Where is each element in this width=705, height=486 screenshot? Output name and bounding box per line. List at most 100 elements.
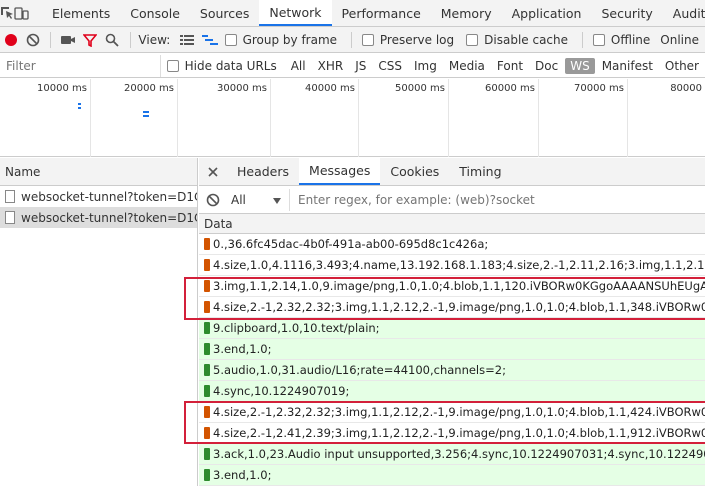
clear-messages-icon[interactable] xyxy=(199,193,227,207)
tab-memory[interactable]: Memory xyxy=(431,0,502,26)
filter-type-other[interactable]: Other xyxy=(660,58,704,74)
request-row[interactable]: websocket-tunnel?token=D1C... xyxy=(0,186,197,207)
message-text: 9.clipboard,1.0,10.text/plain; xyxy=(213,321,380,335)
arrow-down-icon xyxy=(204,406,210,418)
request-name: websocket-tunnel?token=D1C... xyxy=(21,189,197,204)
tab-sources[interactable]: Sources xyxy=(190,0,259,26)
request-list: Name websocket-tunnel?token=D1C... webso… xyxy=(0,158,198,486)
preserve-log-checkbox[interactable]: Preserve log xyxy=(361,32,455,47)
waterfall-overview-icon[interactable] xyxy=(198,27,220,53)
tab-network[interactable]: Network xyxy=(259,0,332,26)
tab-elements[interactable]: Elements xyxy=(42,0,120,26)
offline-label: Offline xyxy=(610,32,651,47)
tab-performance[interactable]: Performance xyxy=(332,0,431,26)
filter-type-all[interactable]: All xyxy=(286,58,311,74)
message-row[interactable]: 3.ack,1.0,23.Audio input unsupported,3.2… xyxy=(199,444,705,465)
arrow-up-icon xyxy=(204,343,210,355)
separator xyxy=(50,31,52,48)
detail-tabs: Headers Messages Cookies Timing xyxy=(199,158,705,186)
message-row[interactable]: 4.size,2.-1,2.32,2.32;3.img,1.1,2.12,2.-… xyxy=(199,297,705,318)
chevron-down-icon xyxy=(273,193,281,207)
arrow-down-icon xyxy=(204,280,210,292)
message-text: 5.audio,1.0,31.audio/L16;rate=44100,chan… xyxy=(213,363,506,377)
filter-type-doc[interactable]: Doc xyxy=(530,58,563,74)
tab-cookies[interactable]: Cookies xyxy=(380,158,449,185)
throttling-select[interactable]: Online xyxy=(660,33,699,47)
filter-type-js[interactable]: JS xyxy=(350,58,371,74)
devtools-tabbar: Elements Console Sources Network Perform… xyxy=(0,0,705,27)
tab-console[interactable]: Console xyxy=(120,0,190,26)
timeline-overview[interactable]: 10000 ms 20000 ms 30000 ms 40000 ms 5000… xyxy=(0,79,705,157)
timeline-mark xyxy=(78,103,81,105)
timeline-tick-label: 40000 ms xyxy=(305,83,355,94)
message-text: 4.size,1.0,4.1116,3.493;4.name,13.192.16… xyxy=(213,258,705,272)
regex-filter-input[interactable] xyxy=(289,188,705,211)
arrow-up-icon xyxy=(204,385,210,397)
message-text: 4.sync,10.1224907019; xyxy=(213,384,350,398)
messages-list: 0.,36.6fc45dac-4b0f-491a-ab00-695d8c1c42… xyxy=(199,234,705,486)
clear-button[interactable] xyxy=(22,27,44,53)
filter-type-media[interactable]: Media xyxy=(444,58,490,74)
message-text: 0.,36.6fc45dac-4b0f-491a-ab00-695d8c1c42… xyxy=(213,237,489,251)
tab-timing[interactable]: Timing xyxy=(449,158,511,185)
filter-type-font[interactable]: Font xyxy=(492,58,528,74)
request-name: websocket-tunnel?token=D1C... xyxy=(21,210,197,225)
arrow-up-icon xyxy=(204,322,210,334)
message-row[interactable]: 4.size,1.0,4.1116,3.493;4.name,13.192.16… xyxy=(199,255,705,276)
message-row[interactable]: 4.size,2.-1,2.32,2.32;3.img,1.1,2.12,2.-… xyxy=(199,402,705,423)
inspect-element-icon[interactable] xyxy=(0,0,14,26)
timeline-mark xyxy=(146,115,149,117)
timeline-mark xyxy=(78,107,81,109)
preserve-log-label: Preserve log xyxy=(379,32,455,47)
record-button[interactable] xyxy=(0,27,22,53)
search-icon[interactable] xyxy=(101,27,123,53)
filter-input[interactable] xyxy=(0,54,161,77)
timeline-gridline xyxy=(448,79,449,157)
tab-security[interactable]: Security xyxy=(591,0,662,26)
message-text: 4.size,2.-1,2.32,2.32;3.img,1.1,2.12,2.-… xyxy=(213,300,705,314)
data-column-header[interactable]: Data xyxy=(199,214,705,234)
capture-screenshots-icon[interactable] xyxy=(57,27,79,53)
timeline-gridline xyxy=(538,79,539,157)
message-text: 3.img,1.1,2.14,1.0,9.image/png,1.0,1.0;4… xyxy=(213,279,705,293)
message-row[interactable]: 3.end,1.0; xyxy=(199,465,705,486)
tab-application[interactable]: Application xyxy=(502,0,592,26)
message-text: 3.end,1.0; xyxy=(213,468,272,482)
filter-type-manifest[interactable]: Manifest xyxy=(597,58,658,74)
message-row[interactable]: 5.audio,1.0,31.audio/L16;rate=44100,chan… xyxy=(199,360,705,381)
filter-type-img[interactable]: Img xyxy=(409,58,442,74)
disable-cache-checkbox[interactable]: Disable cache xyxy=(466,33,568,47)
message-row[interactable]: 0.,36.6fc45dac-4b0f-491a-ab00-695d8c1c42… xyxy=(199,234,705,255)
tab-audits[interactable]: Audits xyxy=(663,0,705,26)
close-icon[interactable] xyxy=(199,158,227,185)
message-row[interactable]: 4.sync,10.1224907019; xyxy=(199,381,705,402)
timeline-gridline xyxy=(177,79,178,157)
hide-data-urls-checkbox[interactable]: Hide data URLs xyxy=(166,59,277,73)
arrow-up-icon xyxy=(204,448,210,460)
document-icon xyxy=(5,211,15,224)
arrow-down-icon xyxy=(204,301,210,313)
timeline-tick-label: 20000 ms xyxy=(124,83,174,94)
tab-headers[interactable]: Headers xyxy=(227,158,299,185)
name-column-header[interactable]: Name xyxy=(0,158,197,186)
message-type-select[interactable]: All xyxy=(227,193,289,207)
tab-messages[interactable]: Messages xyxy=(299,158,381,185)
group-by-frame-checkbox[interactable]: Group by frame xyxy=(224,33,337,47)
filter-type-ws[interactable]: WS xyxy=(565,57,595,74)
filter-icon[interactable] xyxy=(79,27,101,53)
timeline-gridline xyxy=(270,79,271,157)
request-row[interactable]: websocket-tunnel?token=D1C... xyxy=(0,207,197,228)
filter-type-css[interactable]: CSS xyxy=(373,58,407,74)
message-row[interactable]: 3.img,1.1,2.14,1.0,9.image/png,1.0,1.0;4… xyxy=(199,276,705,297)
arrow-up-icon xyxy=(204,364,210,376)
device-toolbar-icon[interactable] xyxy=(14,0,30,26)
offline-checkbox[interactable]: Offline xyxy=(592,32,651,47)
message-row[interactable]: 9.clipboard,1.0,10.text/plain; xyxy=(199,318,705,339)
message-row[interactable]: 4.size,2.-1,2.41,2.39;3.img,1.1,2.12,2.-… xyxy=(199,423,705,444)
separator xyxy=(351,31,352,48)
message-row[interactable]: 3.end,1.0; xyxy=(199,339,705,360)
filter-bar: Hide data URLs All XHR JS CSS Img Media … xyxy=(0,54,705,78)
filter-type-xhr[interactable]: XHR xyxy=(313,58,349,74)
message-text: 3.end,1.0; xyxy=(213,342,272,356)
large-rows-icon[interactable] xyxy=(176,27,198,53)
